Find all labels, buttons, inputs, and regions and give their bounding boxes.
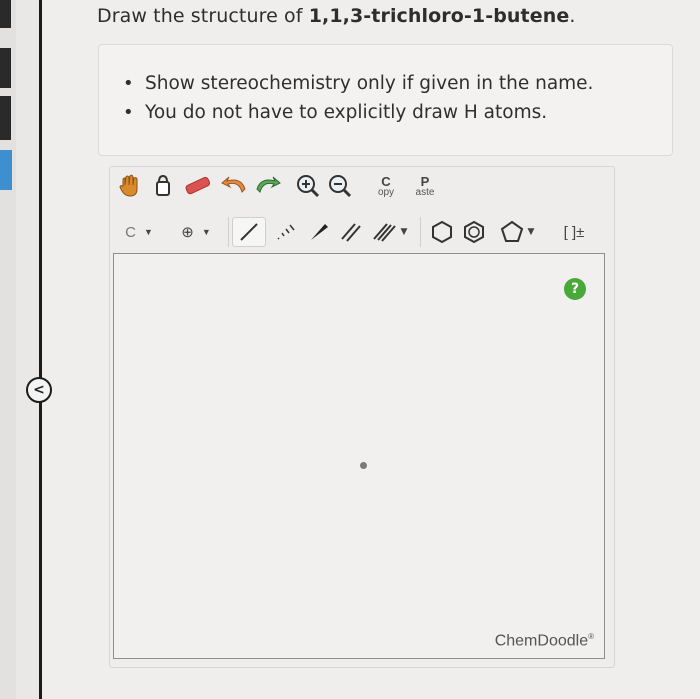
- hint-item: Show stereochemistry only if given in th…: [123, 73, 593, 94]
- wedge-bond-icon[interactable]: [304, 217, 334, 247]
- brackets-label: [ ]±: [563, 223, 585, 241]
- hand-icon[interactable]: [116, 171, 144, 201]
- edge-block: [0, 48, 11, 88]
- chemdoodle-editor: Copy Paste C ▼ ⊕ ▼ ▼ ▼ []± ? ChemDoodle…: [109, 166, 615, 668]
- sidebar-rail: [39, 0, 42, 699]
- triple-bond-icon[interactable]: ▼: [368, 217, 412, 247]
- charge-selector[interactable]: ⊕ ▼: [172, 219, 220, 245]
- chevron-down-icon: ▼: [527, 227, 535, 237]
- edge-block: [0, 0, 11, 28]
- paste-rest: aste: [415, 186, 435, 198]
- toolbar-divider: [420, 217, 421, 247]
- chevron-down-icon: ▼: [143, 227, 153, 237]
- compound-name: 1,1,3-trichloro-1-butene: [308, 5, 570, 27]
- brand-mark: ®: [588, 631, 594, 641]
- benzene-icon[interactable]: [460, 217, 488, 247]
- cyclopentane-icon[interactable]: ▼: [492, 217, 542, 247]
- brand-text: ChemDoodle: [494, 632, 589, 649]
- canvas-center-marker: [360, 462, 367, 469]
- edge-highlight: [0, 150, 12, 190]
- collapse-sidebar-button[interactable]: <: [26, 377, 52, 403]
- chevron-left-icon: <: [33, 382, 45, 398]
- question-suffix: .: [569, 5, 576, 27]
- hint-box: Show stereochemistry only if given in th…: [98, 44, 673, 156]
- cyclohexane-icon[interactable]: [428, 217, 456, 247]
- paste-button[interactable]: Paste: [410, 171, 440, 201]
- lasso-icon[interactable]: [150, 171, 176, 201]
- editor-toolbar-top: Copy Paste: [110, 167, 616, 207]
- chemdoodle-logo: ChemDoodle®: [495, 632, 594, 650]
- hint-item: You do not have to explicitly draw H ato…: [123, 102, 547, 123]
- charge-label: ⊕: [181, 224, 194, 241]
- help-button[interactable]: ?: [564, 278, 586, 300]
- question-text: Draw the structure of 1,1,3-trichloro-1-…: [97, 5, 575, 27]
- zoom-out-icon[interactable]: [326, 171, 354, 201]
- eraser-icon[interactable]: [182, 171, 214, 201]
- help-icon: ?: [570, 281, 580, 297]
- drawing-canvas[interactable]: ? ChemDoodle®: [113, 253, 605, 659]
- edge-block: [0, 96, 11, 140]
- editor-toolbar-bottom: C ▼ ⊕ ▼ ▼ ▼ []±: [110, 213, 616, 251]
- dashed-bond-icon[interactable]: [270, 217, 300, 247]
- undo-icon[interactable]: [220, 171, 250, 201]
- single-bond-icon[interactable]: [232, 217, 266, 247]
- brackets-button[interactable]: [ ]±: [552, 217, 596, 247]
- toolbar-divider: [228, 217, 229, 247]
- element-label: C: [125, 223, 136, 241]
- zoom-in-icon[interactable]: [294, 171, 322, 201]
- element-selector[interactable]: C ▼: [116, 219, 162, 245]
- question-prefix: Draw the structure of: [97, 5, 309, 27]
- copy-button[interactable]: Copy: [372, 171, 400, 201]
- double-bond-icon[interactable]: [336, 217, 366, 247]
- copy-rest: opy: [377, 186, 395, 198]
- chevron-down-icon: ▼: [201, 227, 211, 237]
- chevron-down-icon: ▼: [400, 227, 408, 237]
- window-edge: [0, 0, 16, 699]
- redo-icon[interactable]: [252, 171, 282, 201]
